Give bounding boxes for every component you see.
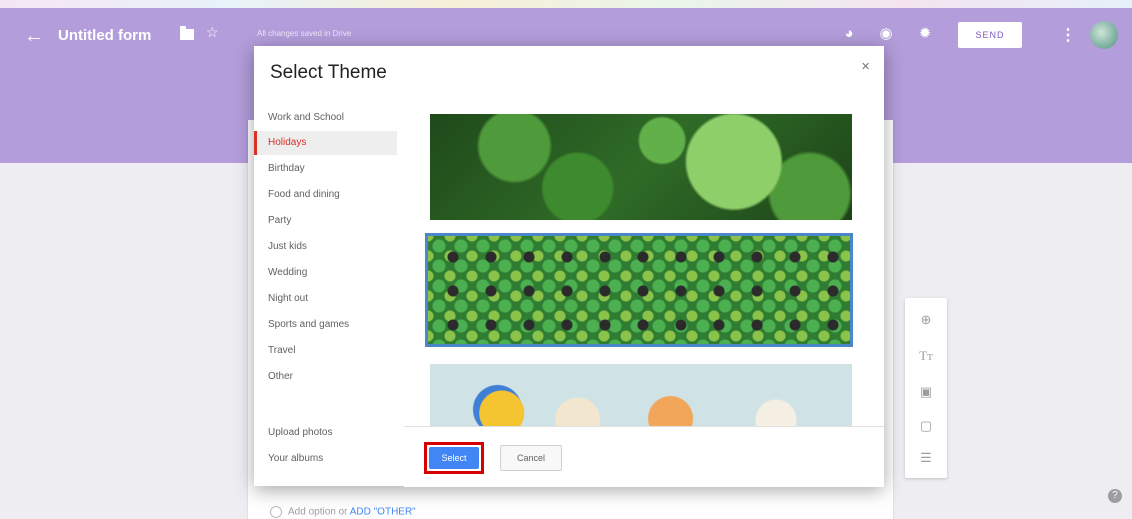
gear-icon[interactable]: ✹	[916, 25, 934, 43]
category-item[interactable]: Party	[254, 209, 397, 233]
section-icon[interactable]: ☰	[916, 448, 936, 468]
select-theme-dialog: Select Theme ✕ Work and School Holidays …	[254, 46, 884, 487]
category-list: Work and School Holidays Birthday Food a…	[254, 106, 404, 486]
form-title[interactable]: Untitled form	[58, 27, 151, 44]
help-icon[interactable]: ?	[1108, 489, 1122, 503]
theme-preview-easter-eggs[interactable]	[430, 364, 852, 426]
theme-preview-pot-of-gold-selected[interactable]	[425, 233, 853, 347]
send-button[interactable]: SEND	[958, 22, 1022, 48]
more-vert-icon[interactable]: ⋮	[1060, 25, 1076, 45]
cancel-button[interactable]: Cancel	[500, 445, 562, 471]
back-arrow-icon[interactable]: ←	[24, 24, 44, 48]
category-item[interactable]: Work and School	[254, 106, 397, 130]
add-option-text: Add option or	[288, 506, 348, 518]
select-button[interactable]: Select	[429, 447, 479, 469]
palette-icon[interactable]: ◕	[840, 25, 858, 43]
category-item[interactable]: Sports and games	[254, 313, 397, 337]
save-status: All changes saved in Drive	[257, 29, 352, 38]
category-item[interactable]: Wedding	[254, 261, 397, 285]
close-icon[interactable]: ✕	[861, 60, 870, 73]
folder-icon[interactable]	[180, 26, 194, 40]
dialog-footer: Select Cancel	[404, 426, 884, 487]
category-item[interactable]: Travel	[254, 339, 397, 363]
theme-preview-list	[422, 90, 884, 426]
radio-icon	[270, 506, 282, 518]
category-item[interactable]: Food and dining	[254, 183, 397, 207]
image-icon[interactable]: ▣	[916, 382, 936, 402]
top-color-strip	[0, 0, 1132, 8]
avatar[interactable]	[1090, 21, 1118, 49]
category-item[interactable]: Just kids	[254, 235, 397, 259]
add-other-row: Add option or ADD "OTHER"	[270, 506, 416, 518]
eye-icon[interactable]: ◉	[877, 25, 895, 43]
theme-preview-clover[interactable]	[430, 114, 852, 220]
category-item[interactable]: Other	[254, 365, 397, 389]
category-item-selected[interactable]: Holidays	[254, 131, 397, 155]
select-button-highlight: Select	[424, 442, 484, 474]
category-item[interactable]: Birthday	[254, 157, 397, 181]
side-toolbar: ⊕ Tт ▣ ▢ ☰	[905, 298, 947, 478]
category-item[interactable]: Night out	[254, 287, 397, 311]
video-icon[interactable]: ▢	[916, 416, 936, 436]
dialog-title: Select Theme	[270, 62, 387, 83]
add-circle-icon[interactable]: ⊕	[916, 310, 936, 330]
title-text-icon[interactable]: Tт	[916, 346, 936, 366]
star-icon[interactable]: ☆	[206, 24, 219, 41]
upload-photos-link[interactable]: Upload photos	[254, 421, 397, 445]
add-other-link[interactable]: ADD "OTHER"	[350, 507, 416, 518]
your-albums-link[interactable]: Your albums	[254, 447, 397, 471]
